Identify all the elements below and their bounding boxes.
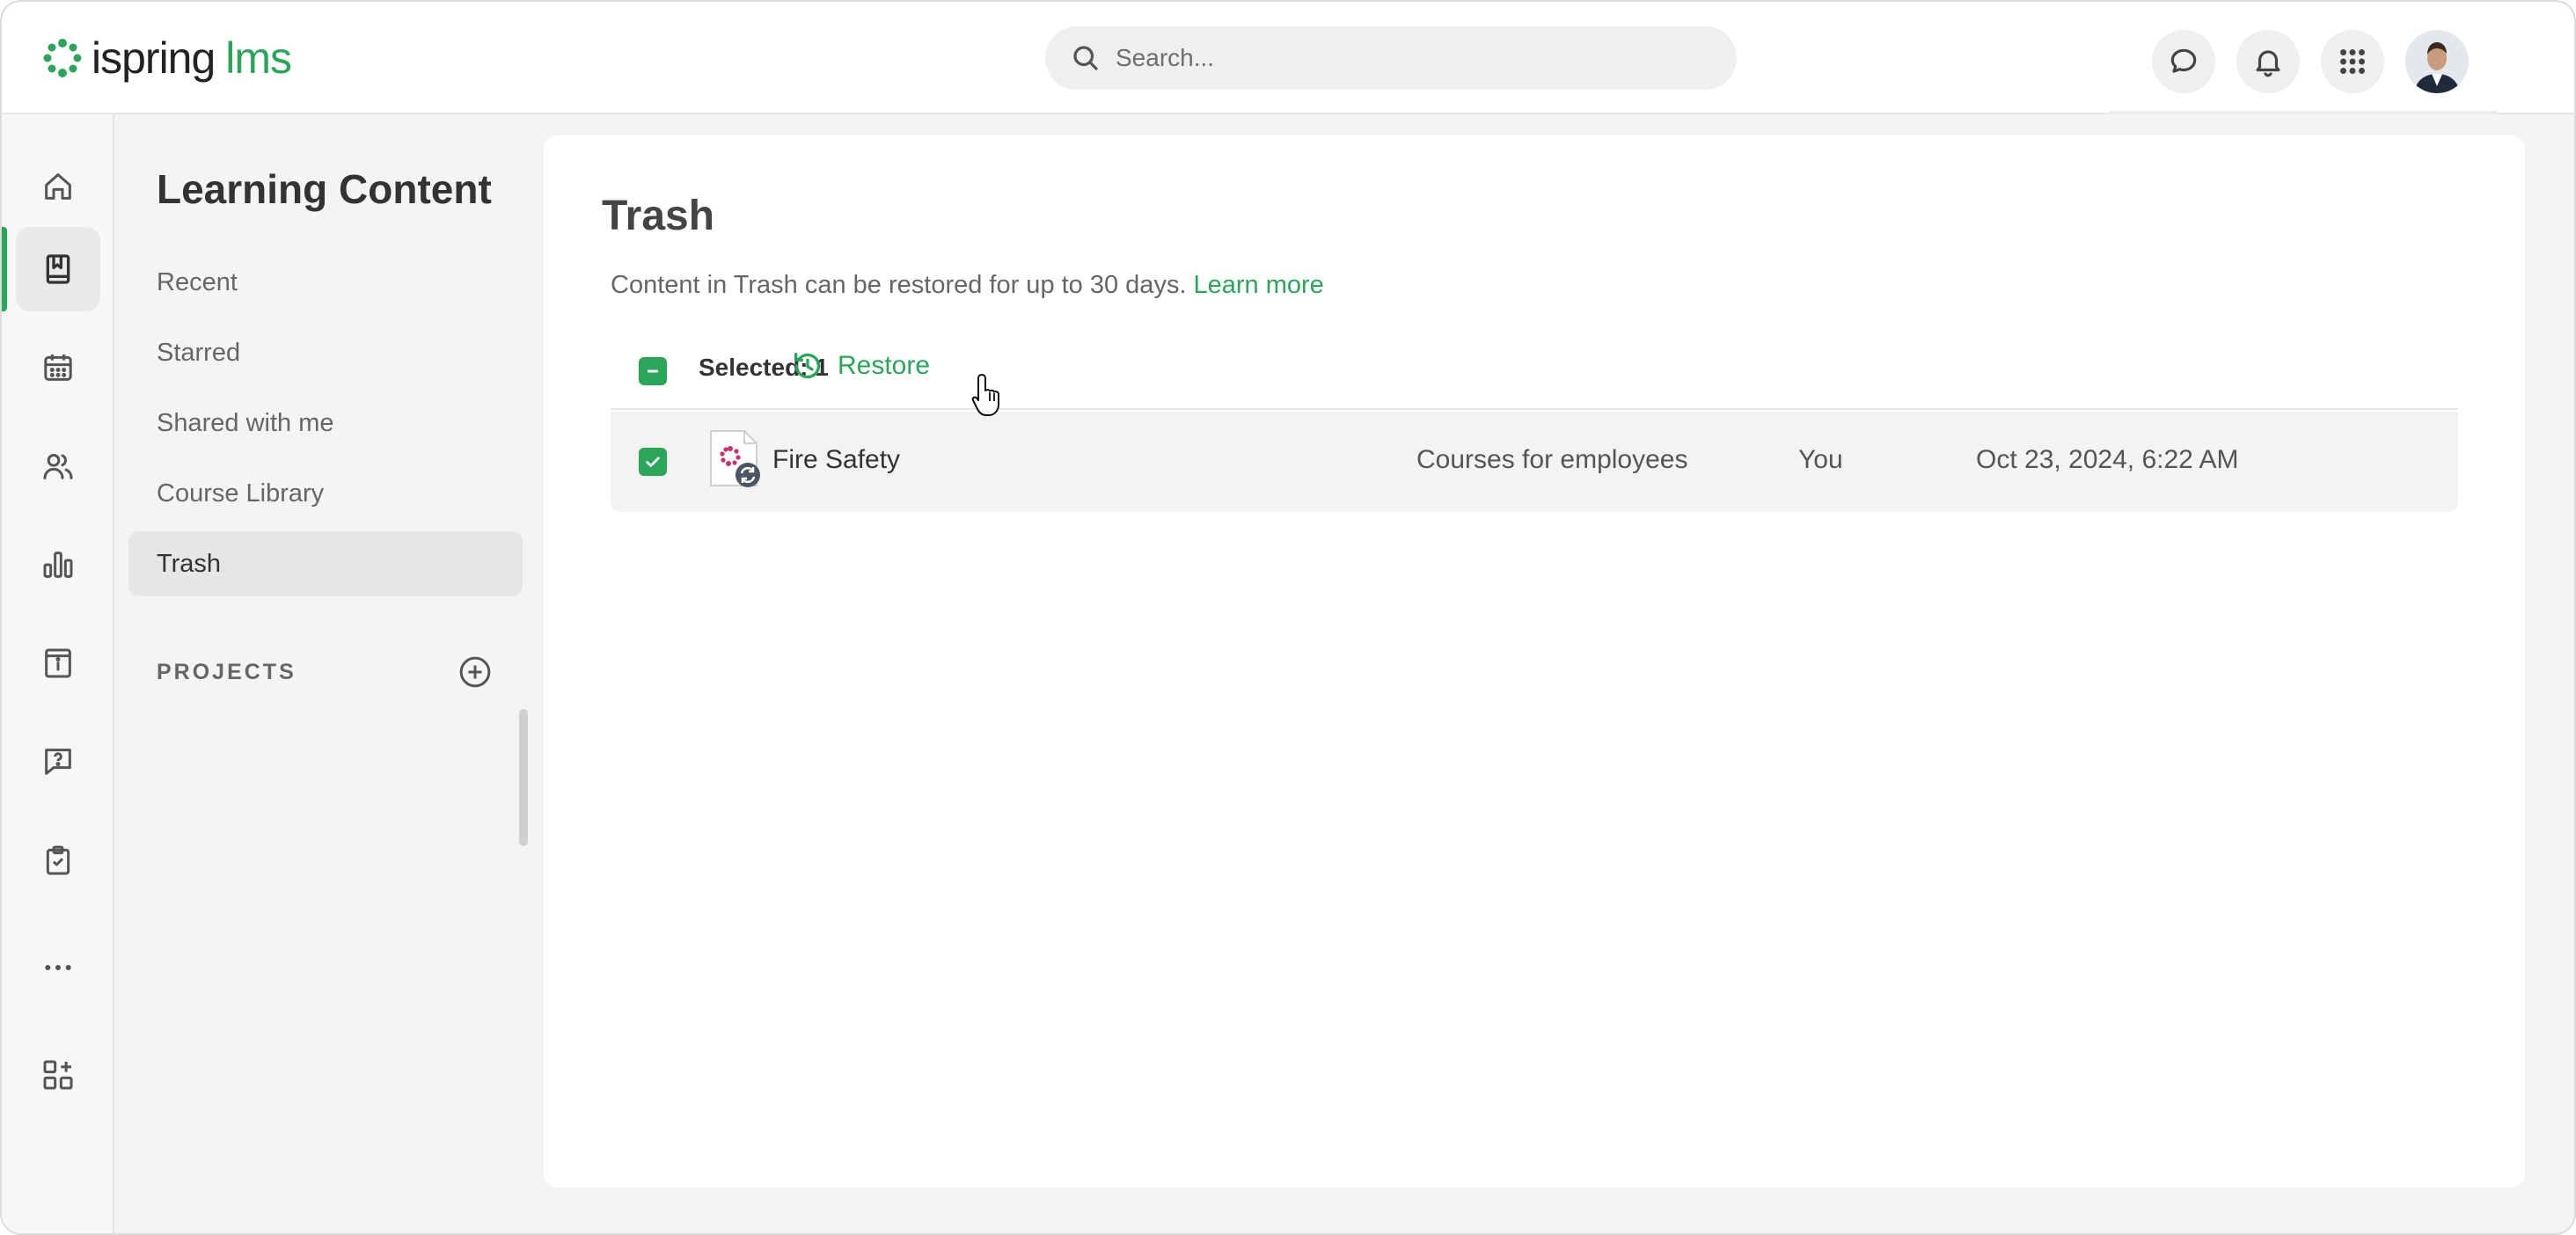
chat-button[interactable] [2152,30,2215,93]
search-box[interactable] [1045,26,1737,90]
header-actions [2152,30,2469,93]
top-bar: ispring lms [2,2,2574,114]
avatar-image [2405,30,2469,93]
sidebar-item-label: Starred [157,338,241,367]
logo[interactable]: ispring lms [42,32,292,84]
nav-more[interactable] [16,925,100,1010]
sidebar-item-label: Recent [157,267,238,296]
bar-chart-icon [43,552,73,578]
course-file-icon [710,430,760,487]
content-title[interactable]: Fire Safety [772,445,900,475]
learn-more-link[interactable]: Learn more [1194,271,1324,299]
content-owner: You [1798,445,1843,474]
page-title: Trash [602,193,715,239]
restore-label: Restore [838,351,931,380]
info-text: Content in Trash can be restored for up … [611,271,1187,299]
calendar-icon [44,354,72,381]
row-checkbox[interactable] [639,448,667,476]
deleted-date: Oct 23, 2024, 6:22 AM [1976,445,2239,474]
nav-reports[interactable] [16,522,100,607]
content-sidebar: Learning Content Recent Starred Shared w… [116,114,535,1233]
select-all-checkbox[interactable] [639,357,667,385]
mouse-cursor-icon [971,374,999,416]
clipboard-check-icon [46,845,70,875]
trash-info: Content in Trash can be restored for up … [611,271,1324,300]
user-avatar[interactable] [2405,30,2469,93]
nav-info-board[interactable] [16,621,100,705]
app-window: ispring lms Search... Learning Content R… [0,0,2576,1235]
nav-help-requests[interactable] [16,720,100,804]
bell-icon [2256,50,2280,77]
home-icon [45,173,71,200]
logo-mark-icon [43,39,82,77]
active-indicator [2,227,7,311]
sidebar-item-starred[interactable]: Starred [128,320,523,385]
content-folder: Courses for employees [1416,445,1688,474]
restore-button[interactable]: Restore [790,348,930,384]
sidebar-item-label: Shared with me [157,408,334,437]
main-panel: Trash Content in Trash can be restored f… [544,135,2525,1188]
logo-text: ispring lms [91,33,292,83]
nav-calendar[interactable] [16,325,100,410]
notifications-button[interactable] [2236,30,2300,93]
nav-add-widget[interactable] [16,1033,100,1117]
sidebar-item-course-library[interactable]: Course Library [128,461,523,526]
sidebar-item-label: Trash [157,549,222,578]
add-widget-icon [43,1060,73,1090]
book-icon [46,254,70,284]
apps-grid-icon [2340,49,2365,74]
more-icon [45,965,71,970]
nav-home[interactable] [16,144,100,229]
question-chat-icon [45,749,71,775]
sidebar-item-label: Course Library [157,479,325,508]
nav-learning-content[interactable] [16,227,100,311]
apps-button[interactable] [2321,30,2384,93]
table-row[interactable]: Fire Safety Courses for employees You Oc… [611,412,2458,512]
restore-icon [794,353,821,379]
info-board-icon [45,648,71,678]
sidebar-scrollbar[interactable] [519,709,528,846]
sidebar-title: Learning Content [157,166,492,212]
sidebar-item-trash[interactable]: Trash [128,531,523,596]
nav-users[interactable] [16,424,100,508]
nav-assignments[interactable] [16,818,100,902]
nav-rail [2,114,114,1233]
chat-icon [2170,48,2197,73]
search-input[interactable] [1116,44,1696,72]
sidebar-item-recent[interactable]: Recent [128,250,523,315]
minus-icon [648,369,658,373]
users-icon [43,454,73,479]
selection-toolbar: Selected: 1 Restore [611,340,2458,410]
header-divider [2110,111,2497,114]
projects-heading: PROJECTS [157,660,296,684]
search-icon [1073,46,1098,70]
sidebar-item-shared[interactable]: Shared with me [128,391,523,456]
checkmark-icon [646,457,660,467]
add-project-icon[interactable] [457,654,493,690]
